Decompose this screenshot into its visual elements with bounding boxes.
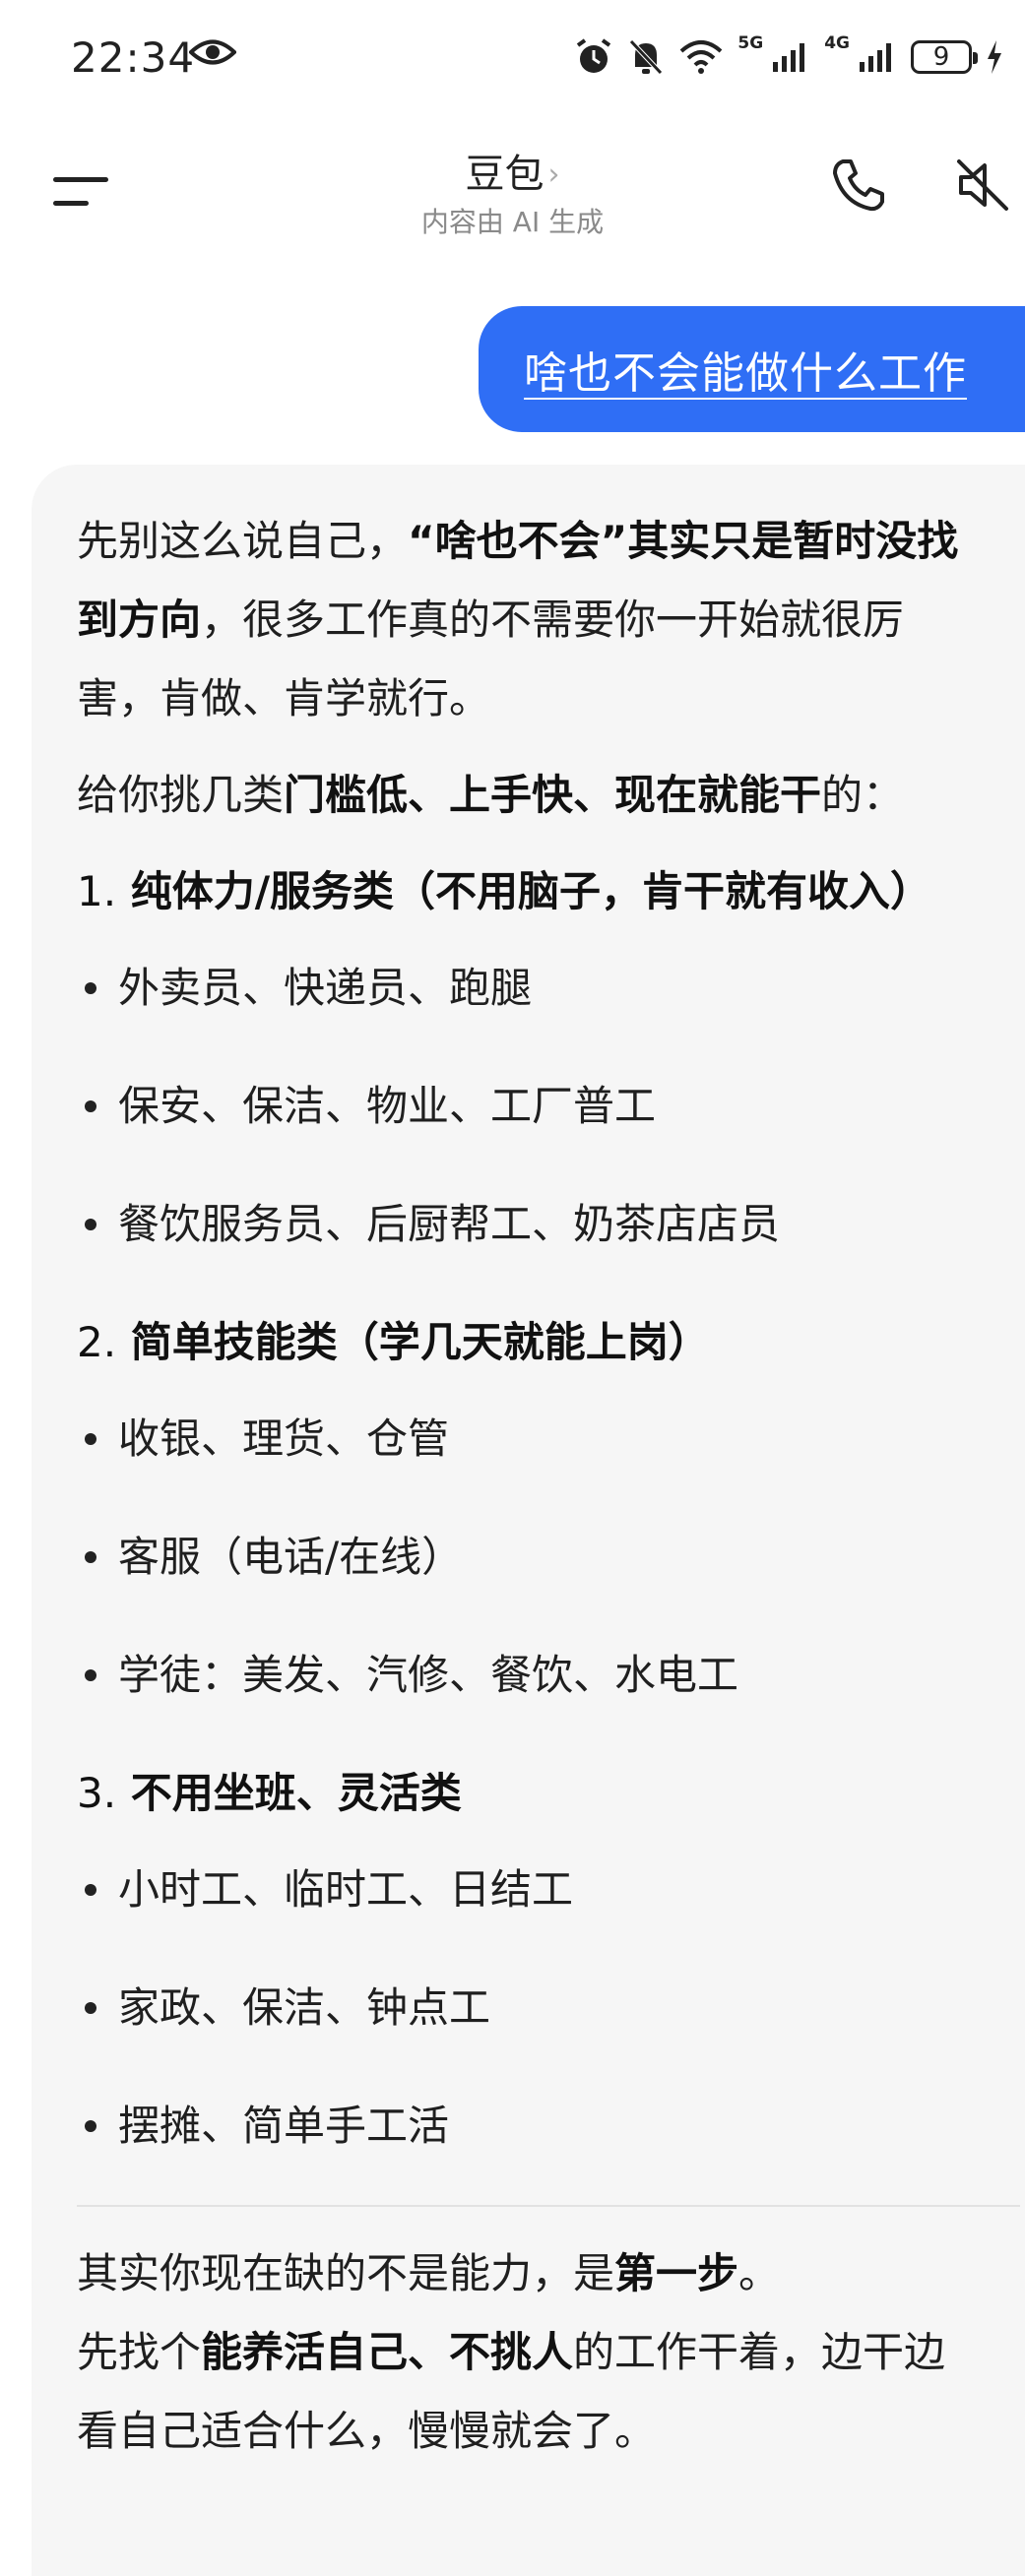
closing-bold-1: 第一步 xyxy=(614,2249,739,2297)
user-message-bubble[interactable]: 啥也不会能做什么工作 xyxy=(479,306,1025,432)
ai-intro-paragraph: 先别这么说自己，“啥也不会”其实只是暂时没找到方向，很多工作真的不需要你一开始就… xyxy=(77,502,986,738)
list-item: 学徒：美发、汽修、餐饮、水电工 xyxy=(77,1636,986,1715)
section-heading-3: 3. 不用坐班、灵活类 xyxy=(77,1754,986,1833)
list-item: 摆摊、简单手工活 xyxy=(77,2087,986,2166)
speaker-mute-icon[interactable] xyxy=(953,156,1012,215)
list-item: 家政、保洁、钟点工 xyxy=(77,1969,986,2047)
bullet-dot xyxy=(85,1884,96,1896)
user-message-text[interactable]: 啥也不会能做什么工作 xyxy=(524,338,967,401)
status-time: 22:34 xyxy=(71,33,196,82)
status-bar: 22:34 5G 4G 9 xyxy=(0,0,1025,116)
ai-lead-paragraph: 给你挑几类门槛低、上手快、现在就能干的： xyxy=(77,756,986,835)
section-title: 简单技能类（学几天就能上岗） xyxy=(130,1318,710,1366)
section-heading-1: 1. 纯体力/服务类（不用脑子，肯干就有收入） xyxy=(77,852,986,931)
mute-bell-icon xyxy=(629,39,664,75)
phone-icon[interactable] xyxy=(829,156,888,215)
lead-text-2: 的： xyxy=(821,771,905,819)
chat-title-text: 豆包 xyxy=(465,152,545,197)
net-5g-label: 5G xyxy=(737,33,764,53)
ai-message-card: 先别这么说自己，“啥也不会”其实只是暂时没找到方向，很多工作真的不需要你一开始就… xyxy=(32,465,1025,2576)
bullet-dot xyxy=(85,1669,96,1681)
battery-icon: 9 xyxy=(911,40,978,74)
list-item-text: 收银、理货、仓管 xyxy=(118,1414,450,1463)
section-number: 3. xyxy=(77,1769,117,1817)
list-item: 餐饮服务员、后厨帮工、奶茶店店员 xyxy=(77,1185,986,1264)
bullet-dot xyxy=(85,1100,96,1112)
list-item-text: 小时工、临时工、日结工 xyxy=(118,1865,574,1914)
section-title: 不用坐班、灵活类 xyxy=(130,1769,462,1817)
charging-bolt-icon xyxy=(988,40,1001,74)
bullet-dot xyxy=(85,982,96,994)
lead-text-1: 给你挑几类 xyxy=(77,771,285,819)
list-item-text: 餐饮服务员、后厨帮工、奶茶店店员 xyxy=(118,1200,781,1248)
list-item-text: 客服（电话/在线） xyxy=(118,1533,464,1581)
status-icons: 5G 4G 9 xyxy=(574,30,1003,85)
closing-text-1: 其实你现在缺的不是能力，是 xyxy=(77,2249,615,2297)
list-item: 收银、理货、仓管 xyxy=(77,1400,986,1478)
intro-text-2: ，很多工作真的不需要你一开始就很厉害，肯做、肯学就行。 xyxy=(77,596,905,723)
battery-level: 9 xyxy=(932,42,950,72)
section-number: 1. xyxy=(77,867,117,915)
eye-icon xyxy=(189,39,236,65)
closing-bold-2: 能养活自己、不挑人 xyxy=(201,2328,574,2376)
closing-line-2: 先找个能养活自己、不挑人的工作干着，边干边看自己适合什么，慢慢就会了。 xyxy=(77,2313,986,2471)
section-heading-2: 2. 简单技能类（学几天就能上岗） xyxy=(77,1303,986,1382)
closing-text-3: 先找个 xyxy=(77,2328,202,2376)
alarm-icon xyxy=(577,38,611,73)
list-item: 小时工、临时工、日结工 xyxy=(77,1851,986,1929)
bullet-dot xyxy=(85,1219,96,1230)
closing-text-2: 。 xyxy=(738,2249,781,2297)
bullet-dot xyxy=(85,2120,96,2132)
closing-line-1: 其实你现在缺的不是能力，是第一步。 xyxy=(77,2234,986,2313)
bullet-dot xyxy=(85,1551,96,1563)
net-4g-label: 4G xyxy=(824,33,850,53)
chat-header: 豆包 › 内容由 AI 生成 xyxy=(0,116,1025,283)
list-item-text: 家政、保洁、钟点工 xyxy=(118,1983,491,2032)
list-item: 客服（电话/在线） xyxy=(77,1518,986,1597)
chevron-right-icon: › xyxy=(547,157,560,192)
bullet-dot xyxy=(85,1433,96,1445)
lead-bold: 门槛低、上手快、现在就能干 xyxy=(284,771,822,819)
list-item-text: 保安、保洁、物业、工厂普工 xyxy=(118,1082,657,1130)
list-item: 外卖员、快递员、跑腿 xyxy=(77,949,986,1028)
signal-4g-icon xyxy=(860,43,891,72)
signal-5g-icon xyxy=(773,43,805,72)
list-item: 保安、保洁、物业、工厂普工 xyxy=(77,1067,986,1146)
section-number: 2. xyxy=(77,1318,117,1366)
section-title: 纯体力/服务类（不用脑子，肯干就有收入） xyxy=(130,867,932,915)
intro-text-1: 先别这么说自己， xyxy=(77,517,409,565)
list-item-text: 学徒：美发、汽修、餐饮、水电工 xyxy=(118,1651,739,1699)
wifi-icon xyxy=(680,40,723,74)
list-item-text: 摆摊、简单手工活 xyxy=(118,2102,450,2150)
list-item-text: 外卖员、快递员、跑腿 xyxy=(118,964,533,1012)
divider xyxy=(77,2205,1020,2207)
bullet-dot xyxy=(85,2002,96,2014)
